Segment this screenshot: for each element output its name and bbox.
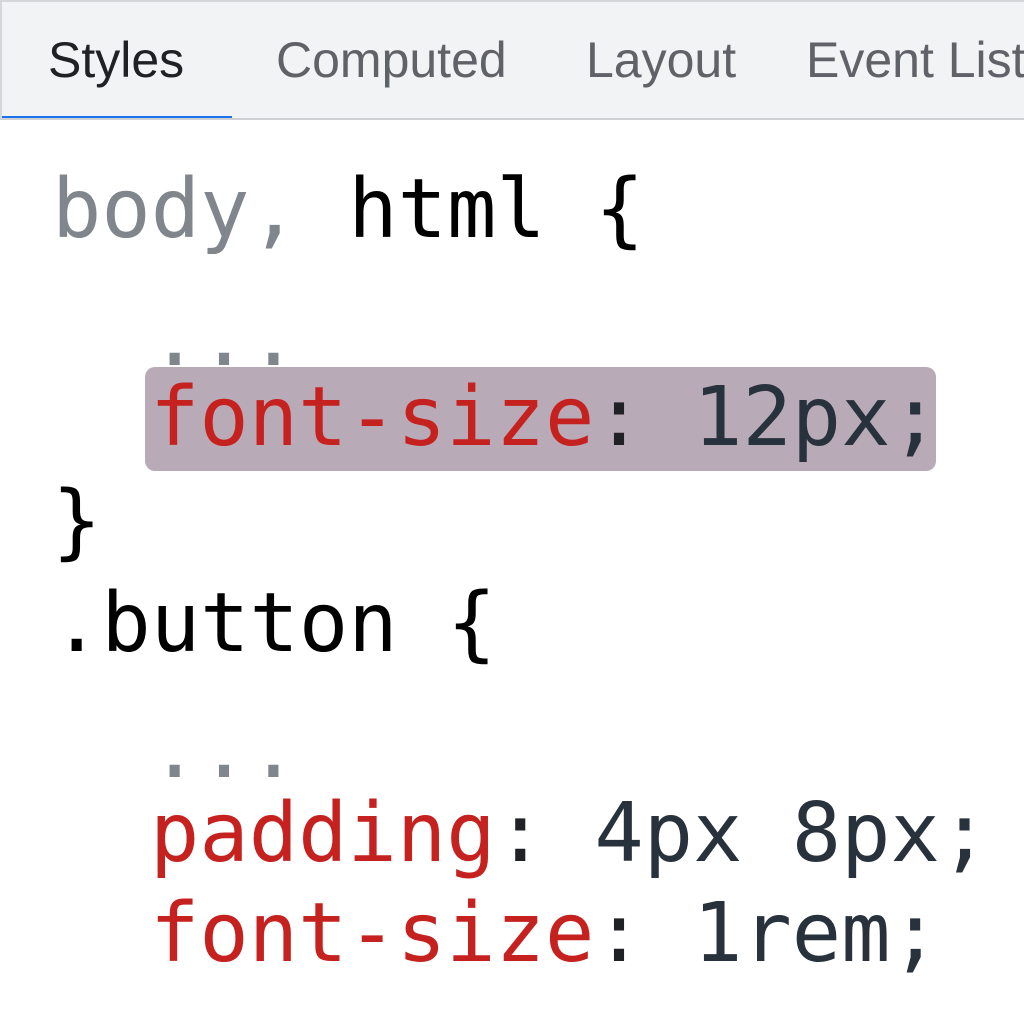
declaration-font-size[interactable]: font-size: 1rem; xyxy=(150,884,940,984)
property-name: font-size xyxy=(150,886,595,981)
rule-selector-line[interactable]: .button { xyxy=(52,574,496,674)
tab-event-listeners[interactable]: Event Listeners xyxy=(806,2,1024,118)
colon: : xyxy=(594,370,644,465)
tab-styles[interactable]: Styles xyxy=(48,2,184,118)
property-value: 12px; xyxy=(643,370,940,465)
selector-dimmed: body, xyxy=(52,162,299,257)
property-value: 1rem; xyxy=(643,886,940,981)
ellipsis: ... xyxy=(150,702,299,797)
colon: : xyxy=(495,786,545,881)
property-name: padding xyxy=(150,786,496,881)
selector-matched: html { xyxy=(298,162,645,257)
colon: : xyxy=(594,886,644,981)
styles-pane: body, html { ... font-size: 12px; } .but… xyxy=(0,120,1024,1024)
declaration-font-size[interactable]: font-size: 12px; xyxy=(150,368,940,468)
devtools-panel: Styles Computed Layout Event Listeners b… xyxy=(0,0,1024,1024)
panel-tab-bar: Styles Computed Layout Event Listeners xyxy=(0,0,1024,120)
rule-close-brace: } xyxy=(52,472,101,572)
close-brace: } xyxy=(52,474,102,569)
rule-selector-line[interactable]: body, html { xyxy=(52,160,644,260)
property-name: font-size xyxy=(150,370,595,465)
tab-layout[interactable]: Layout xyxy=(586,2,736,118)
selector-matched: .button { xyxy=(52,576,497,671)
property-value: 4px 8px; xyxy=(544,786,990,881)
tab-computed[interactable]: Computed xyxy=(276,2,507,118)
declaration-padding[interactable]: padding: 4px 8px; xyxy=(150,784,989,884)
